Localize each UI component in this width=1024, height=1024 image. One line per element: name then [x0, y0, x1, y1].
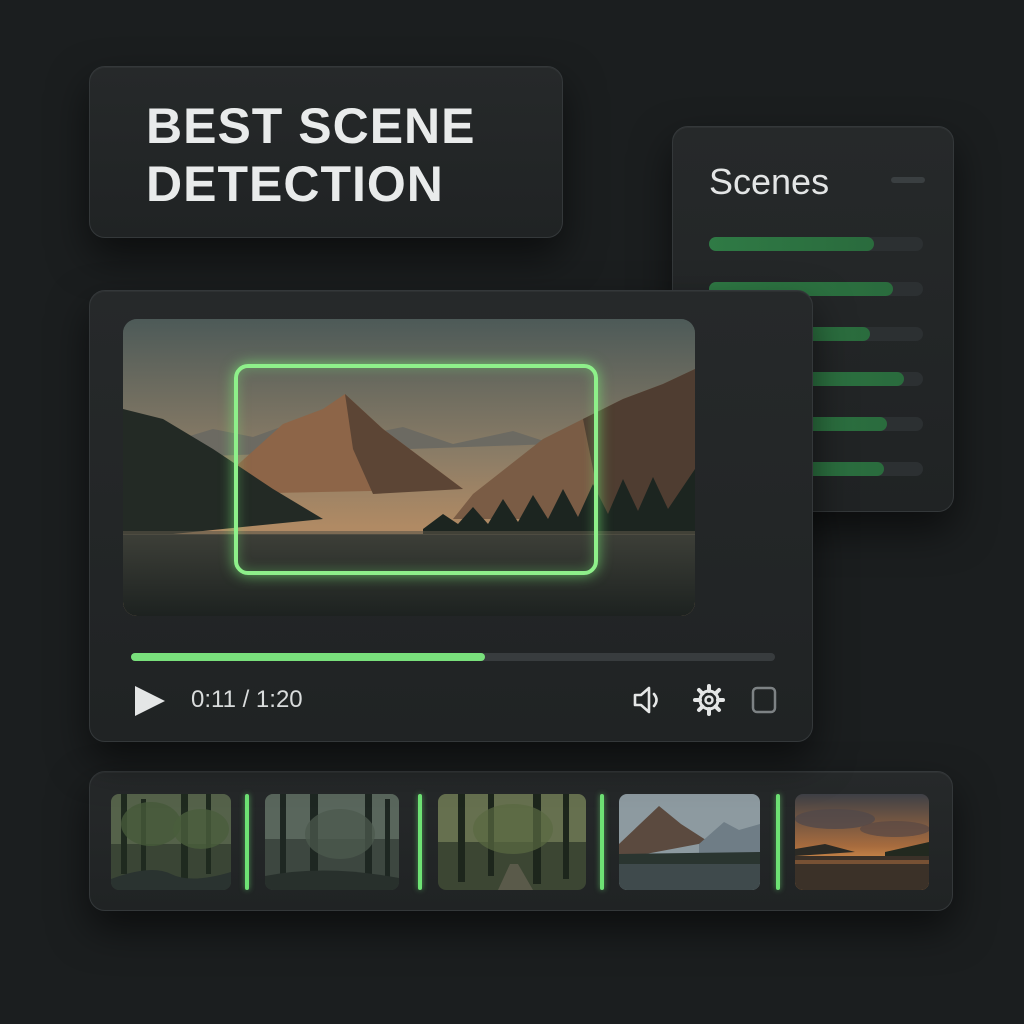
time-readout: 0:11 / 1:20	[191, 686, 303, 713]
scene-detection-box[interactable]	[234, 364, 598, 575]
progress-fill	[131, 653, 486, 661]
fullscreen-button[interactable]	[748, 683, 782, 717]
progress-bar[interactable]	[131, 653, 775, 661]
scene-thumbnail[interactable]	[265, 794, 399, 890]
page-title: BEST SCENE DETECTION	[146, 98, 476, 212]
sunset-lake-thumbnail	[795, 794, 929, 890]
minimize-handle-icon[interactable]	[891, 177, 925, 183]
title-card: BEST SCENE DETECTION	[89, 66, 563, 238]
scene-thumbnail[interactable]	[438, 794, 586, 890]
volume-button[interactable]	[631, 683, 665, 717]
scene-cut-marker[interactable]	[776, 794, 780, 890]
scene-thumbnail[interactable]	[619, 794, 760, 890]
video-player: 0:11 / 1:20	[89, 290, 813, 742]
fullscreen-icon	[751, 686, 777, 714]
scene-cut-marker[interactable]	[245, 794, 249, 890]
scene-list-item[interactable]	[709, 237, 923, 251]
video-frame[interactable]	[123, 319, 695, 616]
scene-cut-marker[interactable]	[418, 794, 422, 890]
misty-forest-thumbnail	[265, 794, 399, 890]
scene-filmstrip	[89, 771, 953, 911]
scene-thumbnail[interactable]	[111, 794, 231, 890]
volume-icon	[633, 686, 658, 714]
mountain-lake-thumbnail	[619, 794, 760, 890]
scenes-panel-title: Scenes	[709, 161, 830, 202]
scene-score-fill	[709, 237, 874, 251]
scene-cut-marker[interactable]	[600, 794, 604, 890]
forest-stream-thumbnail	[111, 794, 231, 890]
scene-thumbnail[interactable]	[795, 794, 929, 890]
play-icon	[135, 686, 165, 716]
forest-path-thumbnail	[438, 794, 586, 890]
play-button[interactable]	[132, 683, 168, 719]
settings-button[interactable]	[692, 683, 726, 717]
gear-icon	[693, 684, 725, 716]
